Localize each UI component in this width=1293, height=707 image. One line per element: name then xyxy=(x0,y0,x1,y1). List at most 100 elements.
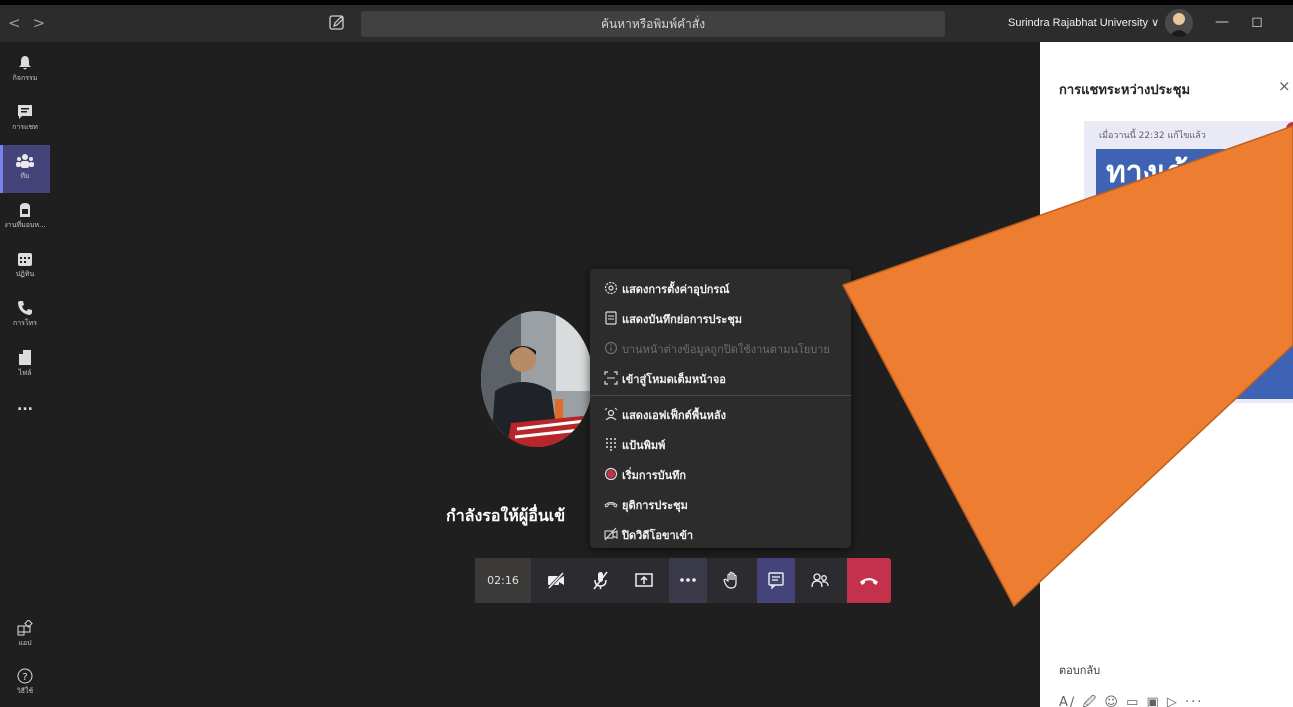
rail-item-files[interactable]: ไฟล์ xyxy=(0,341,50,389)
participants-button[interactable] xyxy=(801,558,839,603)
menu-divider xyxy=(590,395,851,396)
menu-item-label: ยุติการประชุม xyxy=(622,499,688,512)
new-chat-icon[interactable] xyxy=(328,14,346,32)
background-effects-icon xyxy=(604,407,618,421)
chat-icon xyxy=(768,572,784,590)
menu-item-background-effects[interactable]: แสดงเอฟเฟ็กต์พื้นหลัง xyxy=(590,400,851,428)
help-icon: ? xyxy=(17,668,33,684)
search-input[interactable]: ค้นหาหรือพิมพ์คำสั่ง xyxy=(361,11,945,37)
svg-text:?: ? xyxy=(22,672,27,683)
image-caption: ทางเข้ xyxy=(1106,155,1189,190)
menu-item-incoming-video-off[interactable]: ปิดวิดีโอขาเข้า xyxy=(590,520,851,548)
rail-item-chat[interactable]: การแชท xyxy=(0,96,50,144)
rail-item-help[interactable]: ? วิธีใช้ xyxy=(0,660,50,707)
menu-item-fullscreen[interactable]: เข้าสู่โหมดเต็มหน้าจอ xyxy=(590,364,851,392)
menu-item-label: แสดงเอฟเฟ็กต์พื้นหลัง xyxy=(622,409,726,422)
message-image[interactable]: ทางเข้ .. xyxy=(1096,149,1293,399)
menu-item-label: เริ่มการบันทึก xyxy=(622,469,687,482)
info-icon xyxy=(604,341,618,355)
message-reaction-badge xyxy=(1286,122,1293,136)
menu-item-device-settings[interactable]: แสดงการตั้งค่าอุปกรณ์ xyxy=(590,274,851,302)
raise-hand-button[interactable] xyxy=(713,558,751,603)
more-actions-button[interactable] xyxy=(669,558,707,603)
compose-toolbar[interactable]: A∕ 🖉 ☺ ▭ ▣ ▷ ··· xyxy=(1059,693,1203,707)
incoming-video-off-icon xyxy=(604,527,618,541)
more-actions-icon xyxy=(680,578,696,582)
rail-item-assignments[interactable]: งานที่มอบห... xyxy=(0,194,50,242)
rail-label: ทีม xyxy=(20,172,30,180)
rail-item-apps[interactable]: แอป xyxy=(0,612,50,660)
menu-item-label: บานหน้าต่างข้อมูลถูกปิดใช้งานตามนโยบาย xyxy=(622,343,830,356)
bell-icon xyxy=(19,56,31,70)
rail-label: ไฟล์ xyxy=(18,369,32,377)
chat-toggle-button[interactable] xyxy=(757,558,795,603)
mic-button[interactable] xyxy=(581,558,619,603)
rail-label: ปฏิทิน xyxy=(15,270,35,278)
end-meeting-icon xyxy=(604,502,618,508)
share-screen-icon xyxy=(635,573,653,587)
menu-item-label: ปิดวิดีโอขาเข้า xyxy=(622,529,694,542)
calendar-icon xyxy=(18,253,32,266)
forward-button[interactable]: > xyxy=(33,14,58,32)
share-button[interactable] xyxy=(625,558,663,603)
reply-input[interactable]: ตอบกลับ xyxy=(1059,661,1100,679)
menu-item-keypad[interactable]: แป้นพิมพ์ xyxy=(590,430,851,458)
call-controls: 02:16 xyxy=(475,558,891,603)
mic-off-icon xyxy=(593,571,608,590)
notes-icon xyxy=(605,311,617,325)
participants-icon xyxy=(811,573,829,588)
close-chat-button[interactable]: × xyxy=(1278,77,1291,95)
camera-button[interactable] xyxy=(537,558,575,603)
menu-item-label: แป้นพิมพ์ xyxy=(622,439,666,452)
settings-icon xyxy=(604,281,618,295)
fullscreen-icon xyxy=(604,371,618,385)
maximize-button[interactable]: ◻ xyxy=(1247,14,1267,34)
rail-label: แอป xyxy=(18,639,32,647)
hang-up-icon xyxy=(860,578,878,585)
image-ellipsis: .. xyxy=(1241,329,1251,343)
chat-pane-title: การแชทระหว่างประชุม xyxy=(1059,83,1191,98)
hang-up-button[interactable] xyxy=(847,558,891,603)
keypad-icon xyxy=(606,438,616,451)
rail-item-more[interactable]: ... xyxy=(0,390,50,438)
rail-label: การแชท xyxy=(12,123,38,131)
waiting-message: กำลังรอให้ผู้อื่นเข้ xyxy=(446,506,566,525)
menu-item-info-pane: บานหน้าต่างข้อมูลถูกปิดใช้งานตามนโยบาย xyxy=(590,334,851,362)
history-nav[interactable]: <> xyxy=(8,14,57,32)
rail-item-calls[interactable]: การโทร xyxy=(0,292,50,340)
call-timer: 02:16 xyxy=(475,558,531,603)
rail-label: การโทร xyxy=(12,319,38,327)
rail-item-teams[interactable]: ทีม xyxy=(0,145,50,193)
chat-message[interactable]: เมื่อวานนี้ 22:32 แก้ไขแล้ว ทางเข้ .. xyxy=(1084,121,1293,403)
more-icon: ... xyxy=(17,398,33,414)
menu-item-start-recording[interactable]: เริ่มการบันทึก xyxy=(590,460,851,488)
user-avatar[interactable] xyxy=(1165,9,1193,37)
menu-item-label: แสดงบันทึกย่อการประชุม xyxy=(622,313,743,326)
back-button[interactable]: < xyxy=(8,14,33,32)
record-icon xyxy=(604,467,618,481)
chat-icon xyxy=(18,105,32,119)
apps-icon xyxy=(17,620,33,636)
teams-icon xyxy=(16,154,34,168)
menu-item-label: แสดงการตั้งค่าอุปกรณ์ xyxy=(622,283,730,296)
app-rail: กิจกรรม การแชท ทีม งานที่มอบห... ปฏิทิน … xyxy=(0,42,50,707)
rail-label: กิจกรรม xyxy=(12,74,38,82)
phone-icon xyxy=(18,301,32,315)
minimize-button[interactable]: — xyxy=(1212,14,1232,34)
org-switcher[interactable]: Surindra Rajabhat University ∨ xyxy=(1008,16,1159,29)
meeting-chat-pane: การแชทระหว่างประชุม × เมื่อวานนี้ 22:32 … xyxy=(1040,42,1293,707)
rail-item-calendar[interactable]: ปฏิทิน xyxy=(0,243,50,291)
menu-item-end-meeting[interactable]: ยุติการประชุม xyxy=(590,490,851,518)
more-actions-menu: แสดงการตั้งค่าอุปกรณ์ แสดงบันทึกย่อการปร… xyxy=(590,269,851,548)
participant-photo xyxy=(481,311,593,447)
assignments-icon xyxy=(20,203,30,217)
camera-off-icon xyxy=(547,571,565,590)
rail-label: วิธีใช้ xyxy=(16,687,34,695)
rail-label: งานที่มอบห... xyxy=(4,221,46,229)
message-timestamp: เมื่อวานนี้ 22:32 แก้ไขแล้ว xyxy=(1099,131,1206,141)
menu-item-meeting-notes[interactable]: แสดงบันทึกย่อการประชุม xyxy=(590,304,851,332)
raise-hand-icon xyxy=(723,571,737,589)
menu-item-label: เข้าสู่โหมดเต็มหน้าจอ xyxy=(622,373,726,386)
rail-item-activity[interactable]: กิจกรรม xyxy=(0,47,50,95)
file-icon xyxy=(19,350,31,365)
